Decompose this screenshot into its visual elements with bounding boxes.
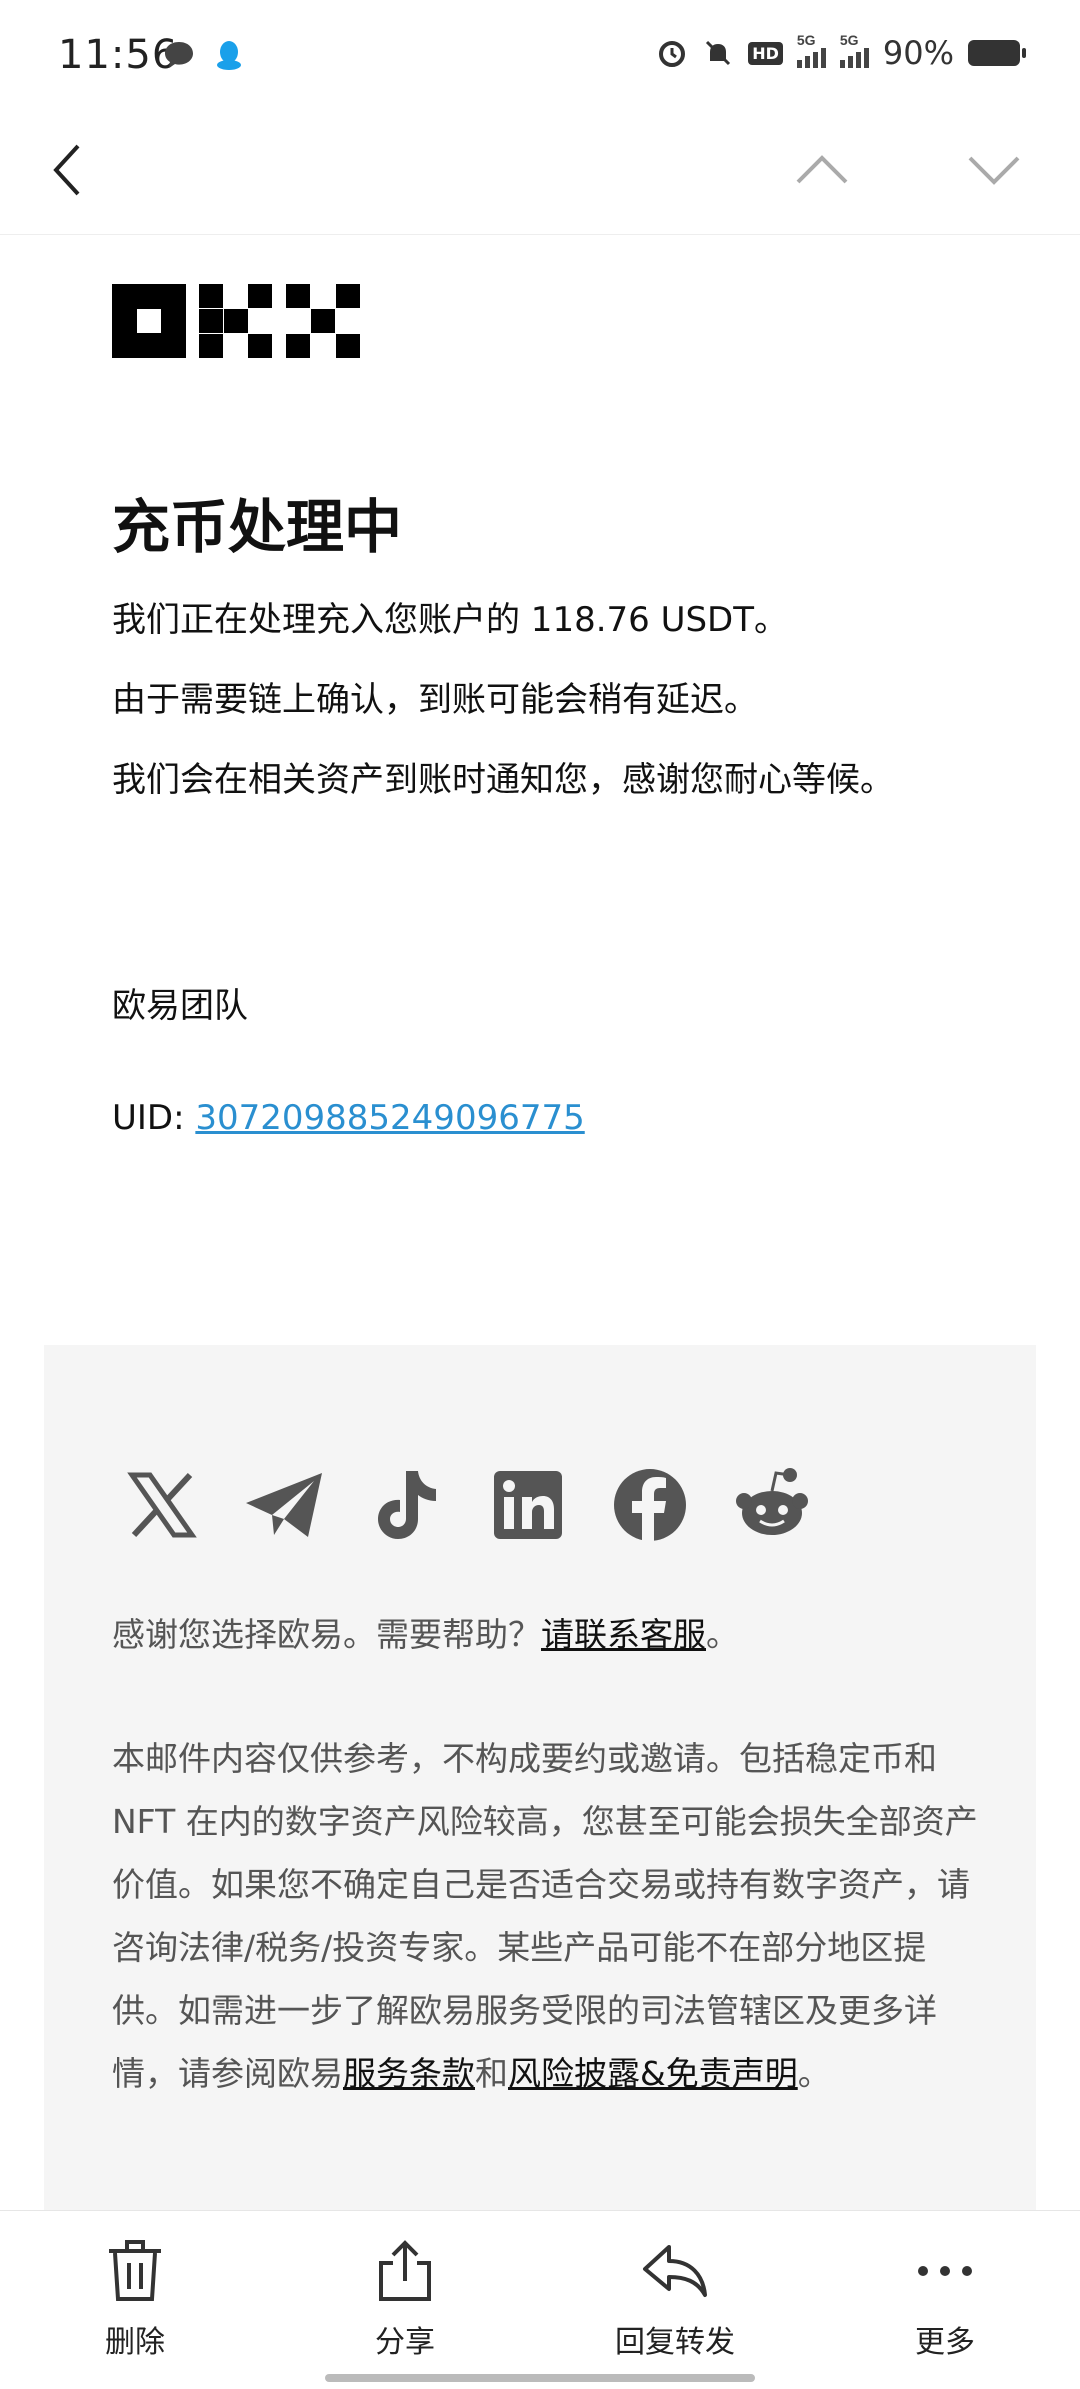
reddit-icon [736, 1468, 808, 1535]
next-email-button[interactable] [954, 130, 1034, 210]
linkedin-social-button[interactable] [488, 1465, 568, 1545]
chevron-down-icon [968, 156, 1020, 185]
email-line-1: 我们正在处理充入您账户的 118.76 USDT。 [112, 600, 788, 640]
battery-percent: 90% [882, 34, 954, 72]
email-signature: 欧易团队 [112, 986, 248, 1026]
more-button[interactable]: 更多 [845, 2239, 1045, 2361]
tiktok-social-button[interactable] [366, 1465, 446, 1545]
x-social-button[interactable] [122, 1465, 202, 1545]
qq-icon [217, 41, 241, 70]
delete-label: 删除 [105, 2325, 165, 2360]
share-label: 分享 [375, 2325, 435, 2360]
back-button[interactable] [28, 130, 108, 210]
previous-email-button[interactable] [782, 130, 862, 210]
home-indicator[interactable] [325, 2374, 755, 2382]
battery-icon [968, 40, 1026, 66]
bottom-toolbar: 删除 分享 回复转发 更多 [0, 2210, 1080, 2389]
email-title: 充币处理中 [112, 493, 403, 561]
mute-bell-icon [706, 40, 731, 66]
telegram-icon [246, 1473, 322, 1537]
contact-support-link[interactable]: 请联系客服 [541, 1615, 706, 1654]
uid-label: UID: [112, 1098, 196, 1138]
email-line-2: 由于需要链上确认，到账可能会稍有延迟。 [112, 680, 758, 720]
hd-voice-icon: HD [748, 41, 783, 65]
delete-button[interactable]: 删除 [35, 2239, 235, 2361]
more-dots-icon [918, 2266, 972, 2276]
status-time: 11:56 [58, 32, 179, 78]
telegram-social-button[interactable] [244, 1465, 324, 1545]
chevron-up-icon [796, 155, 848, 184]
chevron-left-icon [53, 144, 80, 196]
disclaimer-text: 本邮件内容仅供参考，不构成要约或邀请。包括稳定币和 NFT 在内的数字资产风险较… [112, 1739, 978, 2093]
facebook-social-button[interactable] [610, 1465, 690, 1545]
alarm-icon [659, 41, 686, 67]
reply-icon [643, 2245, 707, 2297]
status-bar: 11:56 HD 5G 5G 90% [0, 0, 1080, 110]
social-links [122, 1465, 812, 1545]
risk-disclosure-link[interactable]: 风险披露&免责声明 [508, 2054, 798, 2093]
email-top-nav [0, 110, 1080, 235]
signal-5g-icon: 5G [839, 32, 869, 68]
terms-of-service-link[interactable]: 服务条款 [343, 2054, 475, 2093]
uid-row: UID: 307209885249096775 [112, 1098, 585, 1138]
uid-link[interactable]: 307209885249096775 [195, 1098, 584, 1138]
message-icon [165, 42, 193, 68]
share-button[interactable]: 分享 [305, 2239, 505, 2361]
trash-icon [109, 2240, 161, 2301]
tiktok-icon [378, 1471, 436, 1539]
share-icon [379, 2240, 431, 2301]
facebook-icon [614, 1469, 686, 1543]
signal-5g-icon: 5G [796, 32, 826, 68]
reply-forward-button[interactable]: 回复转发 [575, 2239, 775, 2361]
okx-logo [112, 284, 360, 358]
more-label: 更多 [915, 2325, 975, 2360]
email-line-3: 我们会在相关资产到账时通知您，感谢您耐心等候。 [112, 760, 894, 800]
linkedin-icon [494, 1471, 562, 1539]
email-footer: 感谢您选择欧易。需要帮助？请联系客服。 本邮件内容仅供参考，不构成要约或邀请。包… [44, 1345, 1036, 2215]
x-twitter-icon [127, 1472, 197, 1538]
help-text: 感谢您选择欧易。需要帮助？请联系客服。 [112, 1615, 739, 1654]
reddit-social-button[interactable] [732, 1465, 812, 1545]
reply-forward-label: 回复转发 [615, 2325, 735, 2360]
